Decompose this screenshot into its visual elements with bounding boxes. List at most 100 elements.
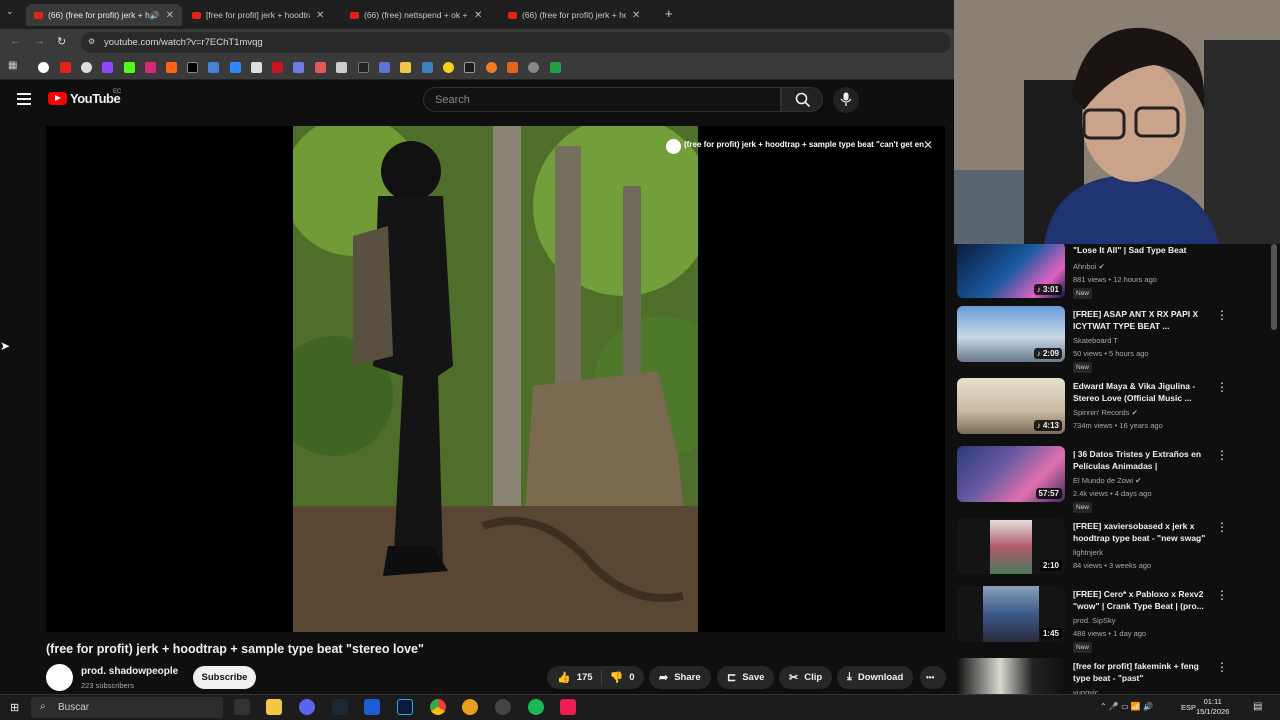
bookmark-icon[interactable] (550, 62, 561, 73)
app-icon[interactable] (495, 699, 511, 715)
youtube-logo-icon[interactable] (48, 92, 67, 105)
recommendation-item[interactable]: 57:57 | 36 Datos Tristes y Extraños en P… (954, 446, 1280, 513)
spotify-icon[interactable] (528, 699, 544, 715)
recommendation-title[interactable]: [FREE] ASAP ANT X RX PAPI X ICYTWAT TYPE… (1073, 308, 1213, 332)
video-player[interactable]: (free for profit) jerk + hoodtrap + samp… (46, 126, 945, 632)
x-bookmark-icon[interactable] (187, 62, 198, 73)
bookmark-icon[interactable] (293, 62, 304, 73)
bookmark-icon[interactable] (379, 62, 390, 73)
speaker-icon[interactable]: 🔊 (150, 11, 160, 20)
bookmark-icon[interactable] (208, 62, 219, 73)
browser-tab-1[interactable]: (66) (free for profit) jerk + h 🔊 ✕ (26, 4, 182, 26)
bookmark-icon[interactable] (166, 62, 177, 73)
video-thumbnail[interactable]: 1:45 (957, 586, 1065, 642)
bookmark-icon[interactable] (81, 62, 92, 73)
photoshop-icon[interactable] (397, 699, 413, 715)
more-options-icon[interactable]: ⋮ (1216, 588, 1228, 602)
search-button[interactable] (781, 87, 823, 112)
task-view-icon[interactable] (234, 699, 250, 715)
steam-icon[interactable] (332, 699, 348, 715)
recommendation-channel[interactable]: Ahnboi ✔ (1073, 262, 1105, 271)
recommendation-channel[interactable]: Skateboard T (1073, 336, 1118, 345)
recommendation-title[interactable]: [FREE] xaviersobased x jerk x hoodtrap t… (1073, 520, 1213, 544)
video-thumbnail[interactable]: 2:10 (957, 518, 1065, 574)
scrollbar[interactable] (1271, 244, 1277, 330)
video-thumbnail[interactable]: 57:57 (957, 446, 1065, 502)
bookmark-icon[interactable] (358, 62, 369, 73)
taskbar-search-input[interactable]: ⌕ Buscar (31, 697, 223, 718)
tab-close-icon[interactable]: ✕ (316, 10, 324, 21)
recommendation-item[interactable]: ♪ 3:01 "Lose It All" | Sad Type Beat Ahn… (954, 244, 1280, 308)
notification-icon[interactable]: ▤ (1253, 701, 1262, 712)
recommendation-channel[interactable]: El Mundo de Zowi ✔ (1073, 476, 1141, 485)
more-options-icon[interactable]: ⋮ (1216, 448, 1228, 462)
bookmark-icon[interactable] (443, 62, 454, 73)
browser-tab-4[interactable]: (66) (free for profit) jerk + hood ✕ (500, 4, 658, 26)
windows-start-icon[interactable]: ⊞ (10, 701, 19, 714)
overlay-close-icon[interactable]: ✕ (923, 138, 933, 152)
tab-close-icon[interactable]: ✕ (474, 10, 482, 21)
channel-avatar-small[interactable] (666, 139, 681, 154)
taskbar-clock[interactable]: 01:11 15/1/2026 (1196, 697, 1229, 717)
recommendation-item[interactable]: ♪ 4:13 Edward Maya & Vika Jigulina - Ste… (954, 378, 1280, 444)
channel-name[interactable]: prod. shadowpeople (81, 666, 178, 677)
more-options-icon[interactable]: ⋮ (1216, 380, 1228, 394)
bookmark-icon[interactable] (251, 62, 262, 73)
bookmark-icon[interactable] (230, 62, 241, 73)
voice-search-button[interactable] (833, 87, 859, 113)
language-indicator[interactable]: ESP (1181, 703, 1196, 712)
bookmark-icon[interactable] (464, 62, 475, 73)
tab-close-icon[interactable]: ✕ (166, 10, 174, 21)
youtube-bookmark-icon[interactable] (60, 62, 71, 73)
more-actions-button[interactable]: ••• (920, 666, 946, 689)
bookmark-icon[interactable] (102, 62, 113, 73)
recommendation-title[interactable]: [FREE] Cero* x Pabloxo x Rexv2 "wow" | C… (1073, 588, 1213, 612)
recommendation-title[interactable]: | 36 Datos Tristes y Extraños en Películ… (1073, 448, 1213, 472)
more-options-icon[interactable]: ⋮ (1216, 520, 1228, 534)
bookmark-icon[interactable] (528, 62, 539, 73)
apps-grid-icon[interactable]: ▦ (8, 60, 17, 71)
bookmark-icon[interactable] (400, 62, 411, 73)
file-explorer-icon[interactable] (266, 699, 282, 715)
recommendation-item[interactable]: 2:10 [FREE] xaviersobased x jerk x hoodt… (954, 518, 1280, 584)
recommendation-channel[interactable]: Spinnin' Records ✔ (1073, 408, 1138, 417)
instagram-bookmark-icon[interactable] (145, 62, 156, 73)
google-bookmark-icon[interactable] (38, 62, 49, 73)
video-thumbnail[interactable]: ♪ 4:13 (957, 378, 1065, 434)
more-options-icon[interactable]: ⋮ (1216, 308, 1228, 322)
new-tab-button[interactable]: + (665, 6, 673, 21)
video-thumbnail[interactable] (957, 658, 1065, 694)
browser-tab-2[interactable]: [free for profit] jerk + hoodtrap ✕ (184, 4, 339, 26)
recommendation-item[interactable]: [free for profit] fakemink + feng type b… (954, 658, 1280, 694)
share-button[interactable]: ➦ Share (649, 666, 711, 689)
reload-icon[interactable]: ↻ (57, 35, 66, 48)
address-bar[interactable]: ⚙ youtube.com/watch?v=r7EChT1mvqg (81, 32, 951, 53)
bookmark-icon[interactable] (315, 62, 326, 73)
recommendation-channel[interactable]: prod. SipSky (1073, 616, 1116, 625)
recommendation-item[interactable]: 1:45 [FREE] Cero* x Pabloxo x Rexv2 "wow… (954, 586, 1280, 653)
bookmark-icon[interactable] (272, 62, 283, 73)
discord-icon[interactable] (299, 699, 315, 715)
app-icon[interactable] (364, 699, 380, 715)
clip-button[interactable]: ✂ Clip (779, 666, 833, 689)
site-info-icon[interactable]: ⚙ (88, 37, 95, 46)
subscribe-button[interactable]: Subscribe (193, 666, 256, 689)
hamburger-menu-icon[interactable] (17, 93, 31, 108)
save-button[interactable]: ⊏ Save (717, 666, 775, 689)
dislike-button[interactable]: 👎 0 (602, 671, 635, 684)
recommendation-item[interactable]: ♪ 2:09 [FREE] ASAP ANT X RX PAPI X ICYTW… (954, 306, 1280, 373)
bookmark-icon[interactable] (507, 62, 518, 73)
system-tray-icons[interactable]: ⌃ 🎤 ▭ 📶 🔊 (1100, 702, 1153, 711)
kick-bookmark-icon[interactable] (124, 62, 135, 73)
like-button[interactable]: 👍 175 (547, 670, 602, 685)
chrome-icon[interactable] (430, 699, 446, 715)
download-button[interactable]: ⤓ Download (837, 666, 914, 689)
recommendation-title[interactable]: [free for profit] fakemink + feng type b… (1073, 660, 1213, 684)
back-arrow-icon[interactable]: ← (10, 35, 21, 47)
forward-arrow-icon[interactable]: → (34, 35, 45, 47)
search-input[interactable]: Search (423, 87, 781, 112)
recommendation-title[interactable]: Edward Maya & Vika Jigulina - Stereo Lov… (1073, 380, 1213, 404)
video-frame[interactable] (293, 126, 698, 632)
recommendation-title[interactable]: "Lose It All" | Sad Type Beat (1073, 244, 1213, 256)
bookmark-icon[interactable] (486, 62, 497, 73)
